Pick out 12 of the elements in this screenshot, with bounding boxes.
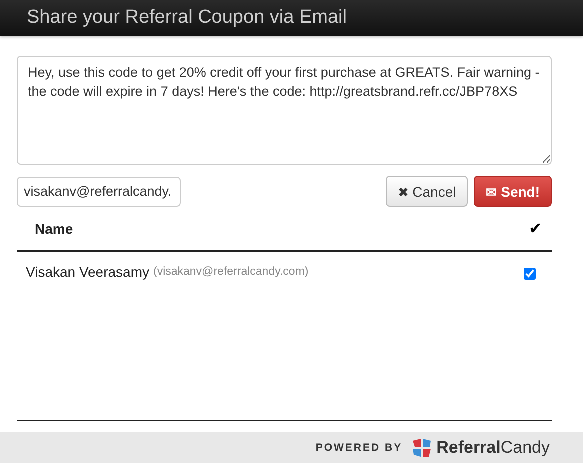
- window-title: Share your Referral Coupon via Email: [27, 7, 347, 30]
- brand-logo-text: ReferralCandy: [436, 438, 550, 458]
- powered-by-text: POWERED BY: [316, 442, 403, 454]
- email-field[interactable]: visakanv@referralcandy.: [17, 176, 181, 207]
- send-button[interactable]: ✉ Send!: [474, 176, 552, 208]
- column-header: Name: [34, 220, 74, 237]
- contact-email: (visakanv@referralcandy.com): [153, 266, 309, 278]
- select-checkbox[interactable]: [524, 268, 536, 280]
- contact-name: Visakan Veerasamy: [26, 264, 150, 280]
- cancel-button[interactable]: ✖ Cancel: [386, 176, 468, 208]
- column-header: ✔: [529, 220, 542, 239]
- message-field[interactable]: Hey, use this code to get 20% credit off your first purchase at GREATS. Fair warning - the code will expire in 7 days! Here's the code: http://greatsbrand.refr.cc/JBP78XS: [17, 56, 552, 166]
